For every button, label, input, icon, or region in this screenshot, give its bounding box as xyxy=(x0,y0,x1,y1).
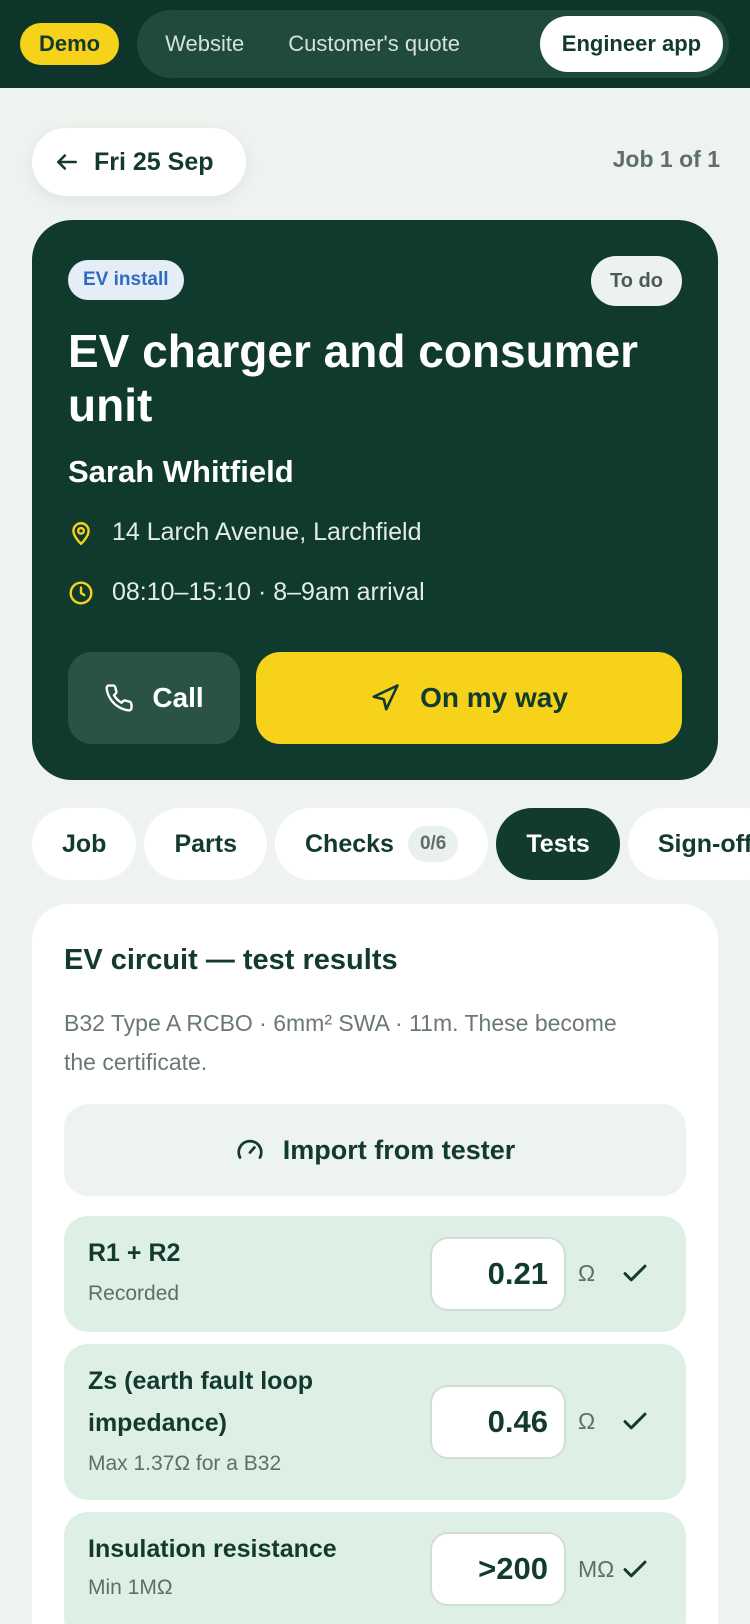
import-from-tester-button[interactable]: Import from tester xyxy=(64,1104,686,1196)
job-type-badge: EV install xyxy=(68,260,184,300)
test-value-input[interactable]: 0.46 xyxy=(430,1385,566,1459)
test-results-description: B32 Type A RCBO · 6mm² SWA · 11m. These … xyxy=(64,1010,617,1075)
test-value-input[interactable]: >200 xyxy=(430,1532,566,1606)
test-row-zs: Zs (earth fault loop impedance) Max 1.37… xyxy=(64,1344,686,1500)
back-button-label: Fri 25 Sep xyxy=(94,147,214,176)
tab-checks[interactable]: Checks 0/6 xyxy=(275,808,489,880)
test-value-input[interactable]: 0.21 xyxy=(430,1237,566,1311)
test-unit: MΩ xyxy=(578,1556,615,1582)
view-switcher: Website Customer's quote Engineer app xyxy=(137,10,730,78)
gauge-icon xyxy=(237,1139,263,1159)
call-button[interactable]: Call xyxy=(68,652,240,744)
test-row-r1-r2: R1 + R2 Recorded 0.21 Ω xyxy=(64,1216,686,1332)
back-button[interactable]: Fri 25 Sep xyxy=(32,128,246,196)
test-row-insulation: Insulation resistance Min 1MΩ >200 MΩ xyxy=(64,1512,686,1624)
test-requirement: Max 1.37Ω for a B32 xyxy=(88,1452,282,1475)
test-unit: Ω xyxy=(578,1260,596,1286)
segment-customers-quote[interactable]: Customer's quote xyxy=(266,16,482,72)
segment-website[interactable]: Website xyxy=(143,16,266,72)
import-button-label: Import from tester xyxy=(282,1134,516,1165)
time-text: 08:10–15:10 · 8–9am arrival xyxy=(112,578,425,606)
clock-icon xyxy=(69,581,93,604)
tab-sign-off[interactable]: Sign-off xyxy=(627,808,750,880)
customer-name: Sarah Whitfield xyxy=(68,454,294,489)
map-pin-icon xyxy=(72,521,90,545)
address-text: 14 Larch Avenue, Larchfield xyxy=(112,518,422,546)
test-requirement: Recorded xyxy=(88,1282,180,1305)
test-results-card: EV circuit — test results B32 Type A RCB… xyxy=(32,904,718,1624)
arrow-left-icon xyxy=(57,154,77,170)
checks-count-badge: 0/6 xyxy=(407,826,459,862)
job-card: EV install To do EV charger and consumer… xyxy=(32,220,718,780)
tab-parts[interactable]: Parts xyxy=(144,808,267,880)
job-title: EV charger and consumer unit xyxy=(68,325,639,431)
call-button-label: Call xyxy=(152,682,204,713)
demo-badge: Demo xyxy=(20,23,120,65)
test-name: Zs (earth fault loop impedance) xyxy=(88,1367,313,1437)
test-name: Insulation resistance xyxy=(88,1535,337,1563)
test-unit: Ω xyxy=(578,1408,596,1434)
test-name: R1 + R2 xyxy=(88,1239,181,1267)
on-my-way-button[interactable]: On my way xyxy=(256,652,682,744)
on-my-way-label: On my way xyxy=(420,682,568,713)
demo-bar: Demo Website Customer's quote Engineer a… xyxy=(0,0,750,88)
tab-job[interactable]: Job xyxy=(32,808,137,880)
check-icon xyxy=(623,1560,647,1578)
phone-icon xyxy=(105,684,134,712)
address-row[interactable]: 14 Larch Avenue, Larchfield xyxy=(68,518,422,547)
check-icon xyxy=(623,1264,647,1282)
status-badge: To do xyxy=(591,256,682,306)
tab-tests[interactable]: Tests xyxy=(496,808,620,880)
navigation-arrow-icon xyxy=(372,684,399,711)
test-requirement: Min 1MΩ xyxy=(88,1576,173,1599)
job-counter: Job 1 of 1 xyxy=(612,146,720,172)
segment-engineer-app[interactable]: Engineer app xyxy=(539,16,724,72)
tab-checks-label: Checks xyxy=(305,829,394,858)
time-row: 08:10–15:10 · 8–9am arrival xyxy=(68,578,425,607)
check-icon xyxy=(623,1412,647,1430)
job-tabs: Job Parts Checks 0/6 Tests Sign-off xyxy=(32,808,750,880)
test-results-title: EV circuit — test results xyxy=(64,944,398,976)
